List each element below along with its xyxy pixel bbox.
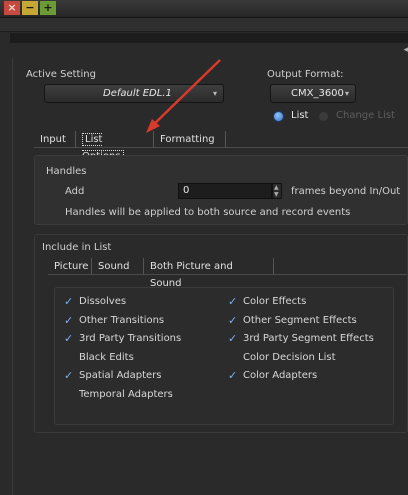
annotation-arrow-icon xyxy=(146,59,221,133)
